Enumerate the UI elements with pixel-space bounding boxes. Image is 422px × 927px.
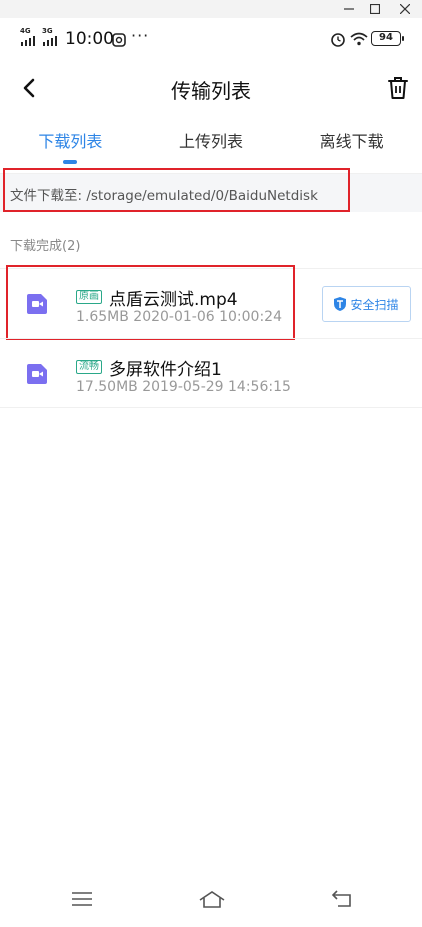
file-meta: 17.50MB 2019-05-29 14:56:15	[76, 379, 291, 395]
menu-icon[interactable]	[70, 888, 94, 910]
back-nav-icon[interactable]	[330, 888, 354, 910]
minimize-icon[interactable]	[340, 1, 358, 17]
tab-upload-list[interactable]: 上传列表	[141, 114, 282, 173]
clock: 10:00	[65, 29, 114, 49]
section-label: 下载完成(2)	[10, 239, 81, 254]
video-file-icon	[26, 363, 48, 385]
file-row[interactable]: 流畅 多屏软件介绍1 17.50MB 2019-05-29 14:56:15	[0, 338, 422, 408]
more-notifications-icon: ···	[131, 26, 150, 45]
tab-offline-download[interactable]: 离线下载	[281, 114, 422, 173]
highlight-box-path	[3, 168, 350, 212]
signal-3g-icon: 3G	[42, 27, 62, 47]
security-scan-button[interactable]: 安全扫描	[322, 286, 411, 322]
alarm-icon	[330, 31, 346, 51]
wifi-icon	[350, 31, 368, 50]
signal-4g-icon: 4G	[20, 27, 40, 47]
home-icon[interactable]	[198, 888, 226, 910]
file-name: 多屏软件介绍1	[109, 360, 222, 380]
tab-download-list[interactable]: 下载列表	[0, 114, 141, 173]
system-nav-bar	[0, 878, 422, 927]
file-row[interactable]: 原画 点盾云测试.mp4 1.65MB 2020-01-06 10:00:24 …	[0, 265, 422, 340]
trash-icon[interactable]	[386, 75, 410, 101]
download-path-bar: 文件下载至: /storage/emulated/0/BaiduNetdisk	[0, 168, 422, 212]
close-icon[interactable]	[396, 1, 414, 17]
tab-bar: 下载列表 上传列表 离线下载	[0, 114, 422, 174]
battery-indicator: 94	[371, 31, 404, 46]
security-scan-label: 安全扫描	[350, 297, 399, 312]
maximize-icon[interactable]	[366, 1, 384, 17]
notification-icon	[112, 32, 126, 51]
completed-section-header: 下载完成(2)	[0, 212, 422, 268]
highlight-box-file	[6, 265, 295, 340]
quality-tag: 流畅	[76, 360, 102, 374]
signal-indicators: 4G 3G	[20, 27, 62, 47]
window-chrome	[0, 0, 422, 18]
status-bar: 4G 3G 10:00 ··· 94	[0, 18, 422, 62]
page-title: 传输列表	[171, 79, 251, 103]
shield-icon	[334, 297, 347, 311]
app-header: 传输列表	[0, 62, 422, 114]
